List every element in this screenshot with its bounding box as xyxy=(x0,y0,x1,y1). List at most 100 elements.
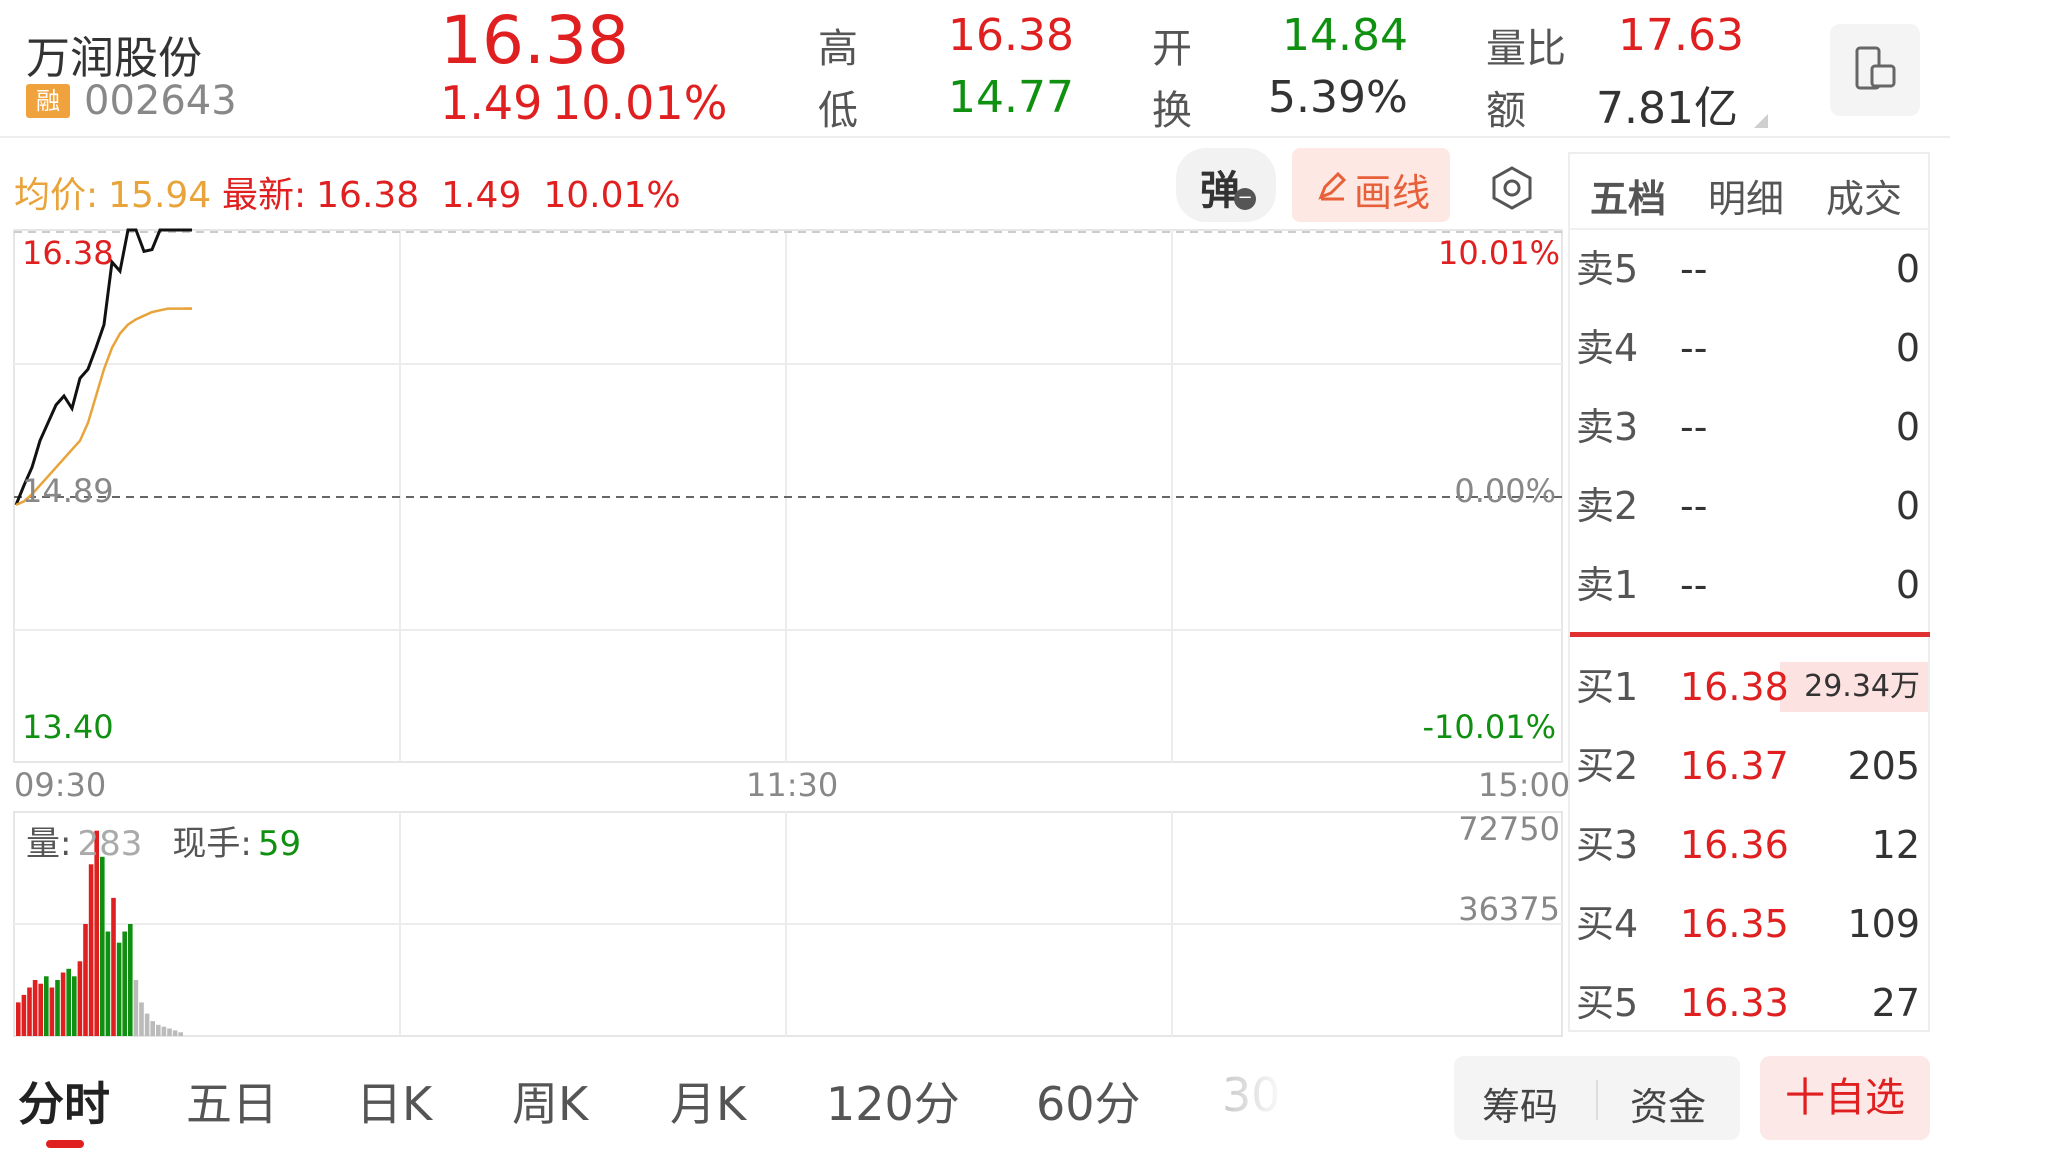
time-end-label: 15:00 xyxy=(1478,766,1571,804)
time-start-label: 09:30 xyxy=(14,766,107,804)
sell-volume: 0 xyxy=(1895,563,1920,607)
price-mid-label: 14.89 xyxy=(22,472,114,510)
sell-price: -- xyxy=(1680,484,1708,528)
volume-bar xyxy=(139,1002,144,1036)
sell-price: -- xyxy=(1680,405,1708,449)
buy-row-2[interactable]: 买2 16.37 205 xyxy=(1570,727,1930,805)
buy-label: 买2 xyxy=(1576,744,1639,788)
landscape-toggle-button[interactable] xyxy=(1830,24,1920,116)
funds-button[interactable]: 资金 xyxy=(1630,1076,1706,1131)
time-mid-label: 11:30 xyxy=(746,766,839,804)
volume-mid-label: 36375 xyxy=(1458,890,1560,928)
sell-row-2[interactable]: 卖2 -- 0 xyxy=(1570,467,1930,545)
sell-label: 卖3 xyxy=(1576,405,1639,449)
sell-price: -- xyxy=(1680,247,1708,291)
intraday-chart[interactable] xyxy=(0,0,1570,1040)
tab-fade xyxy=(1206,1060,1286,1140)
price-top-label: 16.38 xyxy=(22,234,114,272)
price-bottom-label: 13.40 xyxy=(22,708,114,746)
volume-bar xyxy=(66,968,71,1036)
tab-five-day[interactable]: 五日 xyxy=(186,1068,278,1134)
tab-daily-k[interactable]: 日K xyxy=(356,1068,432,1134)
amount-value: 7.81亿 xyxy=(1596,83,1738,134)
volume-bar xyxy=(178,1032,183,1036)
volume-bar xyxy=(49,987,55,1036)
tab-intraday[interactable]: 分时 xyxy=(18,1068,110,1134)
buy-label: 买3 xyxy=(1576,823,1639,867)
volume-bar xyxy=(128,924,133,1036)
pct-bottom-label: -10.01% xyxy=(1422,708,1556,746)
volume-value: 283 xyxy=(77,824,143,864)
chips-button[interactable]: 筹码 xyxy=(1482,1076,1558,1131)
volume-bar xyxy=(100,856,105,1036)
volume-bar xyxy=(44,976,49,1036)
volume-bar xyxy=(38,983,43,1036)
sell-volume: 0 xyxy=(1895,405,1920,449)
volume-bar xyxy=(156,1024,161,1036)
volume-bar xyxy=(16,1002,21,1036)
sell-row-5[interactable]: 卖5 -- 0 xyxy=(1570,230,1930,308)
buy-price: 16.35 xyxy=(1680,902,1789,946)
buy-volume: 109 xyxy=(1847,902,1920,946)
volume-bar xyxy=(150,1021,155,1036)
active-tab-indicator xyxy=(46,1140,84,1148)
volume-bar xyxy=(167,1028,172,1036)
volume-bar xyxy=(83,924,88,1036)
volume-bar xyxy=(77,961,83,1036)
volume-bar xyxy=(55,980,60,1036)
volume-bar xyxy=(60,972,66,1036)
volume-bar xyxy=(144,1013,150,1036)
buy-volume: 205 xyxy=(1847,744,1920,788)
sell-price: -- xyxy=(1680,563,1708,607)
sell-row-4[interactable]: 卖4 -- 0 xyxy=(1570,309,1930,387)
sell-label: 卖1 xyxy=(1576,563,1639,607)
tab-trades[interactable]: 成交 xyxy=(1826,168,1902,223)
tab-120min[interactable]: 120分 xyxy=(826,1068,960,1134)
pct-top-label: 10.01% xyxy=(1438,234,1561,272)
tab-weekly-k[interactable]: 周K xyxy=(512,1068,588,1134)
tab-five-levels[interactable]: 五档 xyxy=(1590,168,1666,223)
volume-top-label: 72750 xyxy=(1458,810,1560,848)
bid-ask-divider xyxy=(1570,632,1930,637)
buy-volume: 27 xyxy=(1871,981,1920,1025)
order-book-panel: 五档 明细 成交 卖5 -- 0 卖4 -- 0 卖3 -- 0 卖2 -- 0… xyxy=(1568,152,1930,1032)
volume-label: 量: xyxy=(26,824,72,864)
buy-volume: 12 xyxy=(1871,823,1920,867)
buy-price: 16.38 xyxy=(1680,665,1789,709)
volume-bar xyxy=(32,980,38,1036)
add-watchlist-button[interactable]: 十自选 xyxy=(1760,1056,1930,1140)
volume-bar xyxy=(122,931,127,1036)
volume-bar xyxy=(111,897,116,1036)
tab-monthly-k[interactable]: 月K xyxy=(670,1068,746,1134)
buy-label: 买4 xyxy=(1576,902,1639,946)
buy-price: 16.37 xyxy=(1680,744,1789,788)
buy-row-3[interactable]: 买3 16.36 12 xyxy=(1570,806,1930,884)
sell-label: 卖4 xyxy=(1576,326,1639,370)
buy-row-5[interactable]: 买5 16.33 27 xyxy=(1570,964,1930,1042)
buy-label: 买1 xyxy=(1576,665,1639,709)
volume-bar xyxy=(27,987,32,1036)
volume-bar xyxy=(116,942,122,1036)
volume-bar xyxy=(105,931,111,1036)
buy-price: 16.36 xyxy=(1680,823,1789,867)
sell-label: 卖5 xyxy=(1576,247,1639,291)
sell-row-3[interactable]: 卖3 -- 0 xyxy=(1570,388,1930,466)
buy-volume: 29.34万 xyxy=(1804,669,1920,704)
sell-price: -- xyxy=(1680,326,1708,370)
buy-row-4[interactable]: 买4 16.35 109 xyxy=(1570,885,1930,963)
sell-row-1[interactable]: 卖1 -- 0 xyxy=(1570,546,1930,624)
volume-bar xyxy=(161,1026,167,1036)
current-hand-value: 59 xyxy=(257,824,302,864)
sell-label: 卖2 xyxy=(1576,484,1639,528)
tab-60min[interactable]: 60分 xyxy=(1036,1068,1141,1134)
buy-price: 16.33 xyxy=(1680,981,1789,1025)
chips-funds-divider xyxy=(1596,1080,1598,1120)
sell-volume: 0 xyxy=(1895,484,1920,528)
pct-mid-label: 0.00% xyxy=(1454,472,1556,510)
volume-bar xyxy=(88,864,94,1036)
volume-info: 量: 283 现手: 59 xyxy=(26,816,301,865)
buy-row-1[interactable]: 买1 16.38 29.34万 xyxy=(1570,648,1930,726)
volume-bar xyxy=(133,980,139,1036)
tab-details[interactable]: 明细 xyxy=(1708,168,1784,223)
volume-ratio-value: 17.63 xyxy=(1618,10,1744,61)
